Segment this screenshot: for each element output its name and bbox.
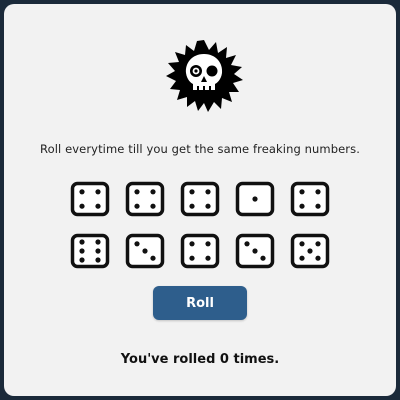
- die-pip: [244, 241, 250, 247]
- die-pip: [95, 257, 101, 263]
- die-body: [290, 181, 330, 217]
- die-body: [125, 181, 165, 217]
- die-face-4-icon: [290, 181, 330, 217]
- die-face-1-icon: [235, 181, 275, 217]
- die-pip: [299, 203, 305, 209]
- die-pip: [315, 189, 321, 195]
- roll-button[interactable]: Roll: [153, 286, 247, 320]
- die-pip: [260, 255, 266, 261]
- die-pip: [79, 239, 85, 245]
- die-pip: [315, 241, 321, 247]
- die-pip: [150, 189, 156, 195]
- die-pip: [299, 189, 305, 195]
- dice-grid: [4, 4, 396, 396]
- die-pip: [205, 203, 211, 209]
- die-pip: [299, 255, 305, 261]
- die-pip: [205, 189, 211, 195]
- die-pip: [205, 241, 211, 247]
- die-pip: [79, 248, 85, 254]
- die-pip: [205, 255, 211, 261]
- die-face-3-icon: [125, 233, 165, 269]
- die-pip: [95, 248, 101, 254]
- die-pip: [79, 203, 85, 209]
- die-body: [70, 181, 110, 217]
- die-pip: [95, 239, 101, 245]
- die-pip: [95, 203, 101, 209]
- die-face-4-icon: [180, 181, 220, 217]
- die-pip: [252, 196, 258, 202]
- die-face-6-icon: [70, 233, 110, 269]
- die-pip: [134, 203, 140, 209]
- die-pip: [252, 248, 258, 254]
- die-pip: [150, 255, 156, 261]
- die-pip: [189, 241, 195, 247]
- die-pip: [79, 257, 85, 263]
- roll-counter: You've rolled 0 times.: [120, 352, 280, 367]
- die-pip: [189, 255, 195, 261]
- die-pip: [134, 241, 140, 247]
- die-body: [70, 233, 110, 269]
- die-pip: [315, 203, 321, 209]
- die-body: [180, 181, 220, 217]
- die-body: [180, 233, 220, 269]
- die-pip: [307, 248, 313, 254]
- die-pip: [299, 241, 305, 247]
- die-face-3-icon: [235, 233, 275, 269]
- die-pip: [95, 189, 101, 195]
- die-pip: [189, 203, 195, 209]
- die-pip: [142, 248, 148, 254]
- die-pip: [150, 203, 156, 209]
- die-pip: [315, 255, 321, 261]
- die-pip: [134, 189, 140, 195]
- game-card: Roll everytime till you get the same fre…: [4, 4, 396, 396]
- die-pip: [189, 189, 195, 195]
- die-pip: [79, 189, 85, 195]
- die-face-4-icon: [125, 181, 165, 217]
- die-face-4-icon: [180, 233, 220, 269]
- die-face-4-icon: [70, 181, 110, 217]
- die-face-5-icon: [290, 233, 330, 269]
